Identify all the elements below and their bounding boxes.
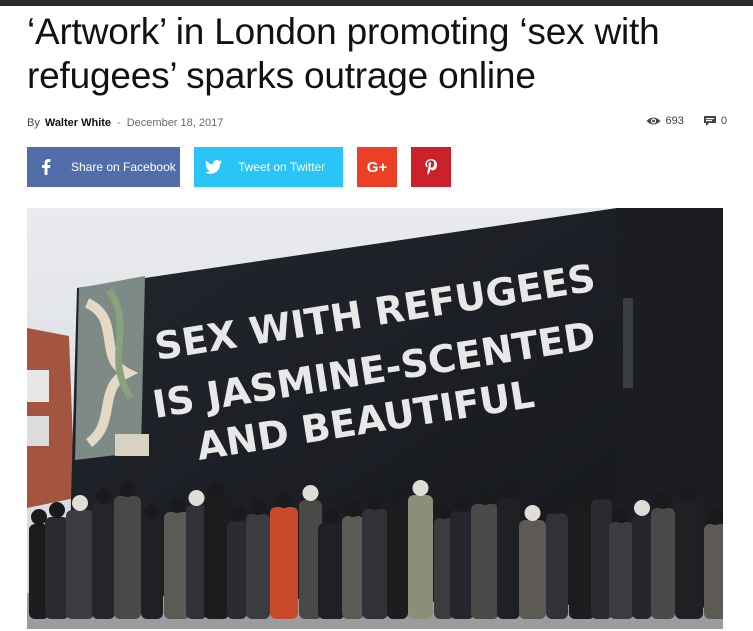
share-facebook-button[interactable]: Share on Facebook bbox=[27, 147, 180, 187]
person-head bbox=[169, 497, 185, 513]
googleplus-icon: G+ bbox=[366, 158, 388, 176]
person-head bbox=[574, 491, 590, 507]
person-head bbox=[500, 482, 517, 498]
person-silhouette bbox=[186, 505, 207, 619]
person-head bbox=[302, 485, 319, 501]
author-link[interactable]: Walter White bbox=[45, 117, 111, 129]
person-head bbox=[229, 506, 245, 522]
article-meta: By Walter White - December 18, 2017 693 … bbox=[27, 115, 727, 131]
person-silhouette bbox=[609, 522, 634, 619]
share-twitter-button[interactable]: Tweet on Twitter bbox=[194, 147, 343, 187]
person-head bbox=[454, 496, 470, 512]
person-silhouette bbox=[141, 519, 163, 619]
top-bar bbox=[0, 0, 753, 6]
person-head bbox=[655, 493, 671, 509]
share-pinterest-button[interactable] bbox=[411, 147, 451, 187]
person-head bbox=[276, 492, 292, 508]
person-silhouette bbox=[591, 499, 612, 619]
person-head bbox=[345, 501, 361, 517]
pinterest-icon bbox=[425, 159, 437, 175]
person-head bbox=[613, 507, 630, 523]
person-silhouette bbox=[471, 504, 499, 619]
view-count: 693 bbox=[646, 115, 684, 127]
person-silhouette bbox=[704, 524, 723, 619]
article-image: SEX WITH REFUGEES IS JASMINE-SCENTED AND… bbox=[27, 208, 723, 629]
person-silhouette bbox=[387, 502, 408, 619]
comment-count[interactable]: 0 bbox=[703, 115, 727, 127]
person-head bbox=[477, 489, 493, 505]
person-silhouette bbox=[450, 511, 474, 619]
twitter-icon bbox=[194, 147, 232, 187]
person-silhouette bbox=[45, 517, 69, 619]
person-head bbox=[549, 498, 565, 514]
person-silhouette bbox=[318, 523, 345, 619]
person-head bbox=[119, 481, 136, 497]
person-silhouette bbox=[546, 513, 568, 619]
share-facebook-label: Share on Facebook bbox=[71, 160, 176, 174]
comment-count-value: 0 bbox=[720, 115, 727, 127]
person-silhouette bbox=[632, 515, 652, 619]
person-head bbox=[524, 505, 541, 521]
person-silhouette bbox=[227, 521, 247, 619]
person-head bbox=[49, 502, 65, 518]
person-head bbox=[250, 499, 266, 515]
person-silhouette bbox=[270, 507, 298, 619]
person-silhouette bbox=[204, 498, 229, 619]
person-silhouette bbox=[651, 508, 675, 619]
person-head bbox=[72, 495, 88, 511]
publish-date: December 18, 2017 bbox=[126, 117, 224, 129]
view-count-value: 693 bbox=[665, 115, 684, 127]
person-head bbox=[367, 494, 383, 510]
comment-icon bbox=[703, 116, 716, 126]
share-twitter-label: Tweet on Twitter bbox=[238, 160, 326, 174]
facebook-icon bbox=[27, 147, 65, 187]
person-silhouette bbox=[246, 514, 270, 619]
person-silhouette bbox=[675, 501, 703, 619]
person-silhouette bbox=[519, 520, 546, 619]
share-googleplus-button[interactable]: G+ bbox=[357, 147, 397, 187]
person-head bbox=[208, 483, 225, 499]
person-head bbox=[707, 509, 723, 525]
byline-label: By bbox=[27, 117, 40, 129]
person-head bbox=[95, 488, 112, 504]
person-silhouette bbox=[342, 516, 364, 619]
person-head bbox=[188, 490, 205, 506]
meta-separator: - bbox=[117, 117, 121, 129]
article-stats: 693 0 bbox=[646, 115, 727, 127]
person-head bbox=[323, 508, 340, 524]
person-silhouette bbox=[114, 496, 141, 619]
person-silhouette bbox=[362, 509, 388, 619]
person-silhouette bbox=[92, 503, 115, 619]
person-head bbox=[436, 503, 452, 519]
person-head bbox=[593, 484, 610, 500]
person-head bbox=[144, 504, 160, 520]
person-silhouette bbox=[408, 495, 433, 619]
person-silhouette bbox=[497, 497, 520, 619]
eye-icon bbox=[646, 117, 661, 125]
person-head bbox=[389, 487, 406, 503]
person-silhouette bbox=[66, 510, 94, 619]
person-head bbox=[412, 480, 429, 496]
person-head bbox=[681, 486, 697, 502]
person-head bbox=[634, 500, 650, 516]
person-head bbox=[31, 509, 47, 525]
article-headline: ‘Artwork’ in London promoting ‘sex with … bbox=[27, 11, 660, 96]
